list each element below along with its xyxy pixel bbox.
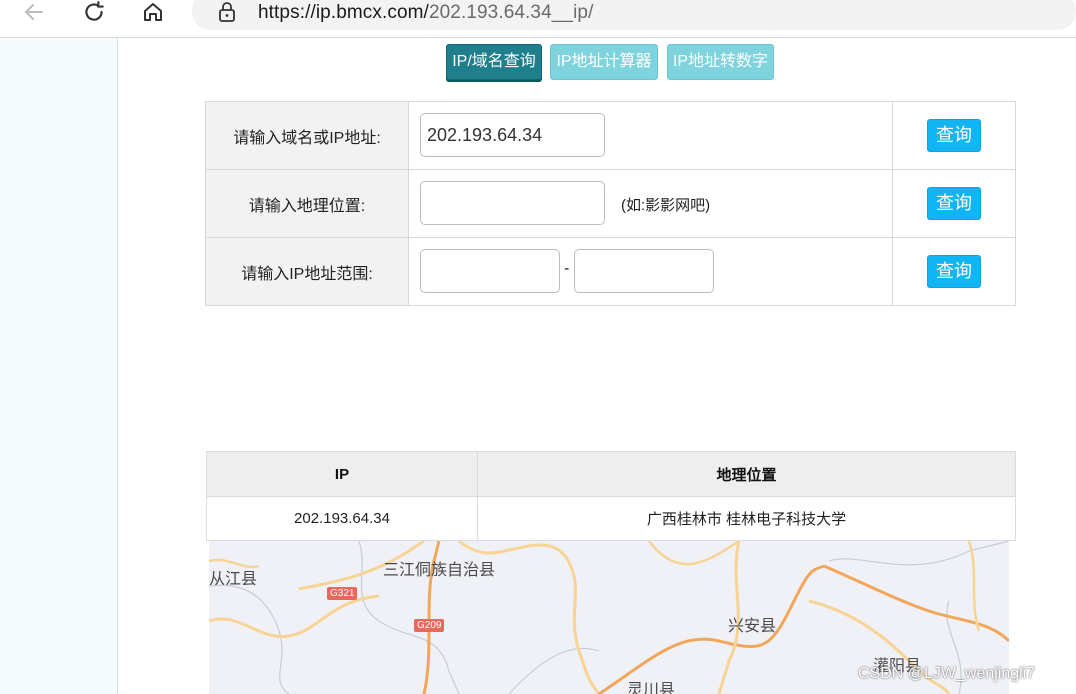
home-button[interactable] [139, 0, 167, 24]
location-hint: (如:影影网吧) [621, 197, 711, 214]
ip-range-start-input[interactable] [420, 249, 560, 293]
url-path: 202.193.64.34__ip/ [428, 2, 594, 23]
location-field-cell: (如:影影网吧) [408, 169, 893, 238]
back-button[interactable] [20, 0, 48, 24]
ip-range-label: 请输入IP地址范围: [205, 237, 409, 306]
result-location-cell: 广西桂林市 桂林电子科技大学 [477, 496, 1016, 541]
column-header-location: 地理位置 [477, 451, 1016, 497]
query-button-cell: 查询 [892, 169, 1016, 238]
ip-range-end-input[interactable] [574, 249, 714, 293]
range-query-button[interactable]: 查询 [927, 255, 981, 288]
query-row-ip: 请输入域名或IP地址: 202.193.64.34 查询 [205, 101, 1016, 170]
result-ip-cell: 202.193.64.34 [206, 496, 478, 541]
home-icon [144, 3, 162, 21]
location-label: 请输入地理位置: [205, 169, 409, 238]
query-button-cell: 查询 [892, 237, 1016, 306]
map-place-label: 兴安县 [728, 616, 777, 635]
ip-query-button[interactable]: 查询 [927, 119, 981, 152]
browser-toolbar: https://ip.bmcx.com/202.193.64.34__ip/ [0, 0, 1076, 38]
map-place-label: 灵川县 [627, 680, 676, 694]
table-row: 202.193.64.34 广西桂林市 桂林电子科技大学 [206, 496, 1016, 541]
back-arrow-icon [24, 4, 43, 20]
column-header-ip: IP [206, 451, 478, 497]
url-text[interactable]: https://ip.bmcx.com/202.193.64.34__ip/ [258, 2, 593, 24]
tab-ip-domain-query[interactable]: IP/域名查询 [446, 44, 542, 80]
url-host: https://ip.bmcx.com/ [258, 2, 429, 23]
tab-ip-to-number[interactable]: IP地址转数字 [667, 44, 774, 80]
reload-icon [85, 1, 104, 21]
result-table: IP 地理位置 202.193.64.34 广西桂林市 桂林电子科技大学 [206, 451, 1016, 541]
location-input[interactable] [420, 181, 605, 225]
watermark: CSDN @LJW_wenjingli7 [858, 665, 1036, 682]
ip-range-separator: - [564, 260, 570, 277]
location-query-button[interactable]: 查询 [927, 187, 981, 220]
map-place-label: 从江县 [209, 569, 258, 588]
lock-icon [219, 2, 235, 22]
ip-range-field-cell: - [408, 237, 893, 306]
reload-button[interactable] [80, 0, 108, 24]
road-shield: G321 [327, 587, 358, 600]
query-row-location: 请输入地理位置: (如:影影网吧) 查询 [205, 169, 1016, 238]
result-header-row: IP 地理位置 [206, 451, 1016, 497]
left-margin-panel [0, 38, 118, 694]
query-row-range: 请输入IP地址范围: - 查询 [205, 237, 1016, 306]
query-form-table: 请输入域名或IP地址: 202.193.64.34 查询 请输入地理位置: (如… [205, 101, 1016, 306]
ip-domain-label: 请输入域名或IP地址: [205, 101, 409, 170]
ip-domain-input[interactable]: 202.193.64.34 [420, 113, 605, 157]
ip-domain-field-cell: 202.193.64.34 [408, 101, 893, 170]
query-button-cell: 查询 [892, 101, 1016, 170]
map-place-label: 三江侗族自治县 [383, 560, 496, 579]
road-shield: G209 [414, 619, 445, 632]
tab-ip-calculator[interactable]: IP地址计算器 [550, 44, 658, 80]
